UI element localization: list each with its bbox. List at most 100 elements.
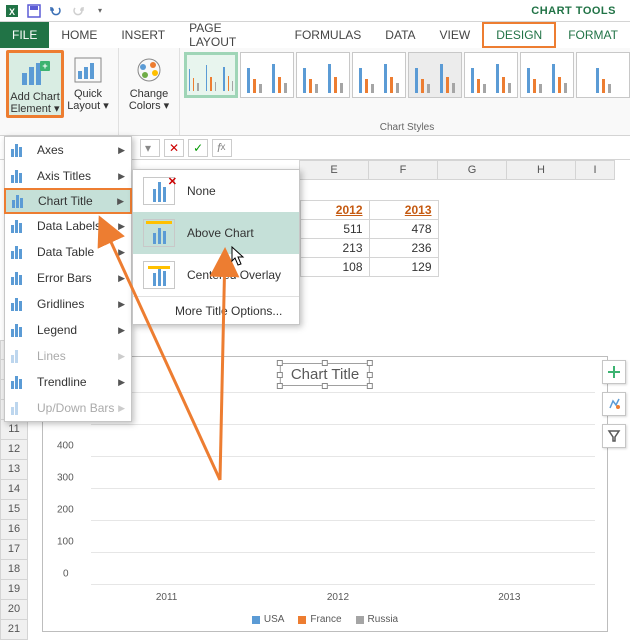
menu-data-table[interactable]: Data Table▶ [5, 239, 131, 265]
menu-gridlines[interactable]: Gridlines▶ [5, 291, 131, 317]
menu-updown-bars: Up/Down Bars▶ [5, 395, 131, 421]
chart-style-7[interactable] [520, 52, 574, 98]
col-header-i[interactable]: I [575, 160, 615, 180]
table-header[interactable]: 2012 [300, 200, 370, 220]
chart-style-3[interactable] [296, 52, 350, 98]
legend-item-france[interactable]: France [298, 614, 341, 625]
tab-format[interactable]: FORMAT [556, 22, 630, 48]
ribbon-tabs: FILE HOME INSERT PAGE LAYOUT FORMULAS DA… [0, 22, 630, 48]
row-header[interactable]: 19 [0, 580, 28, 600]
submenu-centered-overlay[interactable]: Centered Overlay [133, 254, 299, 296]
add-chart-element-menu: Axes▶ Axis Titles▶ Chart Title▶ Data Lab… [4, 136, 132, 422]
svg-text:X: X [9, 7, 15, 17]
axes-icon [11, 143, 29, 157]
undo-icon[interactable] [48, 3, 64, 19]
enter-icon[interactable]: ✓ [188, 139, 208, 157]
legend-item-russia[interactable]: Russia [356, 614, 399, 625]
row-header[interactable]: 12 [0, 440, 28, 460]
row-header[interactable]: 16 [0, 520, 28, 540]
tab-design[interactable]: DESIGN [482, 22, 556, 48]
chart-filters-icon[interactable] [602, 424, 626, 448]
table-cell[interactable]: 236 [369, 238, 439, 258]
row-header[interactable]: 14 [0, 480, 28, 500]
cancel-icon[interactable]: ✕ [164, 139, 184, 157]
tab-page-layout[interactable]: PAGE LAYOUT [177, 22, 282, 48]
col-header-e[interactable]: E [299, 160, 369, 180]
add-chart-element-button[interactable]: + Add Chart Element ▾ [6, 50, 64, 118]
chart-style-4[interactable] [352, 52, 406, 98]
menu-legend[interactable]: Legend▶ [5, 317, 131, 343]
table-header[interactable]: 2013 [369, 200, 439, 220]
chart-style-6[interactable] [464, 52, 518, 98]
submenu-above-chart[interactable]: Above Chart [133, 212, 299, 254]
col-header-h[interactable]: H [506, 160, 576, 180]
row-header[interactable]: 18 [0, 560, 28, 580]
chart-legend[interactable]: USA France Russia [43, 614, 607, 625]
submenu-above-chart-label: Above Chart [187, 226, 254, 240]
x-tick-label: 2012 [327, 592, 349, 603]
tab-insert[interactable]: INSERT [109, 22, 177, 48]
fx-icon[interactable]: fx [212, 139, 232, 157]
data-table: 2012 2013 511478 213236 108129 [300, 200, 438, 276]
chart-style-1[interactable] [184, 52, 238, 98]
col-header-g[interactable]: G [437, 160, 507, 180]
redo-icon[interactable] [70, 3, 86, 19]
row-header[interactable]: 21 [0, 620, 28, 640]
table-cell[interactable]: 478 [369, 219, 439, 239]
menu-error-bars[interactable]: Error Bars▶ [5, 265, 131, 291]
quick-layout-button[interactable]: Quick Layout ▾ [64, 50, 112, 112]
quick-layout-label: Quick Layout ▾ [64, 88, 112, 112]
gridlines-icon [11, 297, 29, 311]
qat-dropdown-icon[interactable]: ▾ [92, 3, 108, 19]
row-header[interactable]: 17 [0, 540, 28, 560]
chart-elements-icon[interactable] [602, 360, 626, 384]
col-header-f[interactable]: F [368, 160, 438, 180]
chart-styles-group-label: Chart Styles [180, 122, 630, 135]
x-tick-label: 2013 [498, 592, 520, 603]
chart-style-2[interactable] [240, 52, 294, 98]
menu-axes[interactable]: Axes▶ [5, 137, 131, 163]
axis-titles-icon [11, 169, 29, 183]
chart-style-8[interactable] [576, 52, 630, 98]
tab-formulas[interactable]: FORMULAS [283, 22, 374, 48]
add-chart-element-icon: + [19, 57, 51, 89]
chart-styles-gallery[interactable] [180, 48, 630, 98]
change-colors-button[interactable]: Change Colors ▾ [125, 50, 173, 112]
chart-style-5[interactable] [408, 52, 462, 98]
chart-styles-icon[interactable] [602, 392, 626, 416]
tab-view[interactable]: VIEW [428, 22, 483, 48]
row-header[interactable]: 13 [0, 460, 28, 480]
menu-chart-title[interactable]: Chart Title▶ [4, 188, 132, 214]
menu-lines: Lines▶ [5, 343, 131, 369]
row-header[interactable]: 15 [0, 500, 28, 520]
table-cell[interactable]: 108 [300, 257, 370, 277]
legend-icon [11, 323, 29, 337]
table-cell[interactable]: 511 [300, 219, 370, 239]
add-chart-element-label: Add Chart Element ▾ [9, 91, 61, 115]
change-colors-label: Change Colors ▾ [125, 88, 173, 112]
menu-axis-titles[interactable]: Axis Titles▶ [5, 163, 131, 189]
updown-icon [11, 401, 29, 415]
tab-data[interactable]: DATA [373, 22, 427, 48]
table-cell[interactable]: 213 [300, 238, 370, 258]
submenu-none[interactable]: ✕ None [133, 170, 299, 212]
name-box-dropdown[interactable]: ▾ [140, 139, 160, 157]
submenu-more-options[interactable]: More Title Options... [133, 296, 299, 324]
error-bars-icon [11, 271, 29, 285]
none-icon: ✕ [143, 177, 175, 205]
save-icon[interactable] [26, 3, 42, 19]
chart-title-icon [12, 194, 30, 208]
row-header[interactable]: 20 [0, 600, 28, 620]
menu-data-labels[interactable]: Data Labels▶ [5, 213, 131, 239]
legend-item-usa[interactable]: USA [252, 614, 285, 625]
row-header[interactable]: 11 [0, 420, 28, 440]
tab-home[interactable]: HOME [49, 22, 109, 48]
centered-overlay-icon [143, 261, 175, 289]
tab-file[interactable]: FILE [0, 22, 49, 48]
table-cell[interactable]: 129 [369, 257, 439, 277]
plot-area[interactable]: 0 100 200 300 400 500 600 20 [91, 393, 595, 585]
menu-trendline[interactable]: Trendline▶ [5, 369, 131, 395]
data-table-icon [11, 245, 29, 259]
submenu-none-label: None [187, 184, 216, 198]
excel-icon: X [4, 3, 20, 19]
